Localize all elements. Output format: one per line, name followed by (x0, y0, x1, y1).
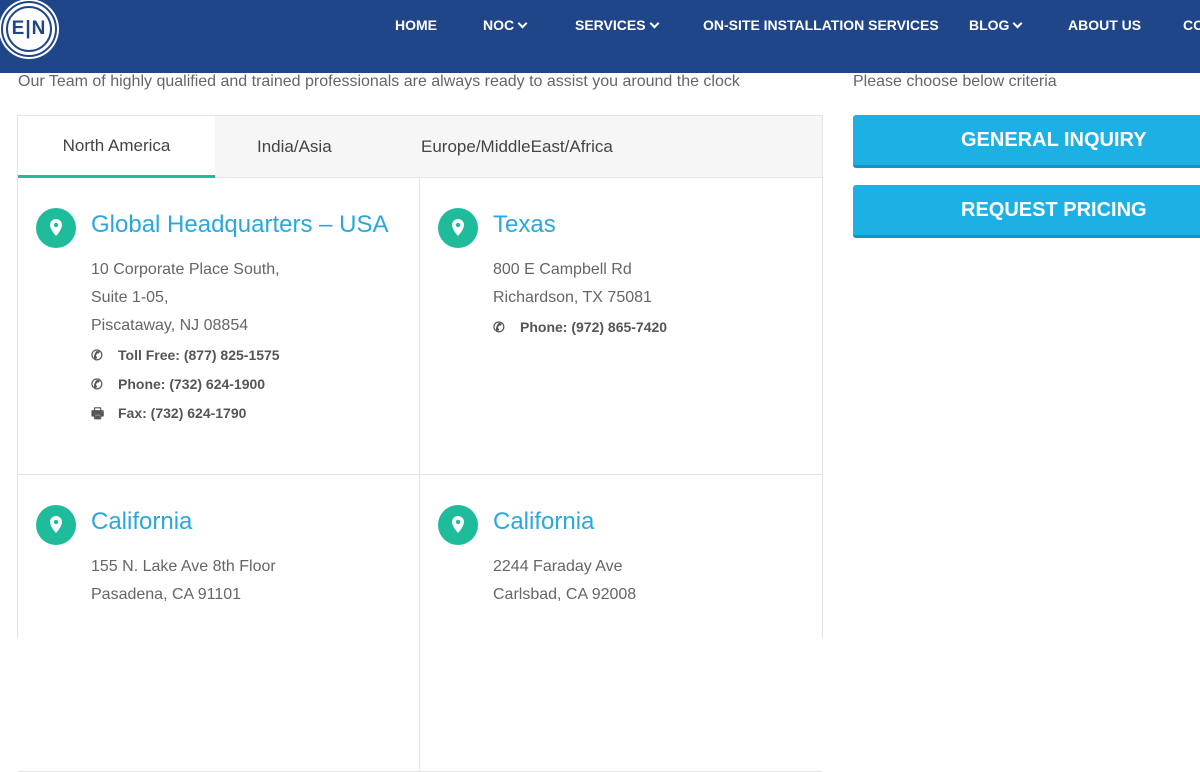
contact-text: Fax: (732) 624-1790 (118, 404, 247, 421)
nav-label: CO (1183, 17, 1200, 33)
map-pin-icon (438, 208, 478, 248)
nav-item-co[interactable]: CO (1183, 17, 1200, 33)
nav-label: NOC (483, 17, 515, 33)
intro-text: Our Team of highly qualified and trained… (18, 73, 740, 90)
address-line: Piscataway, NJ 08854 (91, 317, 249, 334)
address-line: 155 N. Lake Ave 8th Floor (91, 558, 276, 575)
general-inquiry-button[interactable]: GENERAL INQUIRY (853, 115, 1200, 168)
map-pin-icon (36, 208, 76, 248)
location-title: California (91, 508, 193, 535)
address-line: Suite 1-05, (91, 289, 169, 306)
address-line: 10 Corporate Place South, (91, 261, 280, 278)
logo-text: E|N (6, 6, 52, 52)
location-title: California (493, 508, 595, 535)
phone-icon: ✆ (493, 318, 505, 335)
contact-text: Toll Free: (877) 825-1575 (118, 346, 280, 363)
nav-label: HOME (395, 17, 437, 33)
chevron-down-icon (517, 18, 528, 28)
location-card: California 155 N. Lake Ave 8th Floor Pasad… (18, 475, 420, 772)
contact-text: Phone: (732) 624-1900 (118, 375, 266, 392)
nav-label: ABOUT US (1068, 17, 1142, 33)
nav-item-blog[interactable]: BLOG (969, 17, 1023, 33)
contact-text: Phone: (972) 865-7420 (520, 318, 668, 335)
tab-india-asia[interactable]: India/Asia (257, 116, 332, 178)
address-line: 2244 Faraday Ave (493, 558, 623, 575)
contact-line: ✆ Toll Free: (877) 825-1575 (91, 340, 280, 369)
nav-label: ON-SITE INSTALLATION SERVICES (703, 17, 939, 33)
nav-item-home[interactable]: HOME (395, 17, 437, 33)
nav-item-services[interactable]: SERVICES (575, 17, 659, 33)
nav-item-on-site-installation-services[interactable]: ON-SITE INSTALLATION SERVICES (703, 17, 939, 33)
address-line: Richardson, TX 75081 (493, 289, 652, 306)
logo[interactable]: E|N (1, 1, 57, 57)
nav-item-noc[interactable]: NOC (483, 17, 528, 33)
tab-europe-middleeast-africa[interactable]: Europe/MiddleEast/Africa (421, 116, 613, 178)
contact-line: ✆ Phone: (732) 624-1900 (91, 369, 280, 398)
location-title: Texas (493, 211, 556, 238)
address-line: Pasadena, CA 91101 (91, 586, 242, 603)
phone-icon: ✆ (91, 346, 103, 363)
contact-line: ✆ Phone: (972) 865-7420 (493, 312, 667, 341)
nav-label: BLOG (969, 17, 1010, 33)
fax-icon: 🖶 (91, 404, 105, 421)
region-tabs: North America India/Asia Europe/MiddleEa… (17, 115, 823, 178)
location-title: Global Headquarters – USA (91, 211, 389, 238)
map-pin-icon (36, 505, 76, 545)
tab-north-america[interactable]: North America (18, 116, 215, 178)
chevron-down-icon (1013, 18, 1023, 28)
phone-icon: ✆ (91, 375, 103, 392)
site-header: E|N HOME NOC SERVICES ON-SITE INSTALLATION … (0, 0, 1200, 73)
nav-label: SERVICES (575, 17, 646, 33)
nav-item-about-us[interactable]: ABOUT US (1068, 17, 1141, 33)
location-card: California 2244 Faraday Ave Carlsbad, CA 9… (420, 475, 822, 772)
locations-grid: Global Headquarters – USA 10 Corporate Pl… (17, 178, 823, 772)
criteria-text: Please choose below criteria (853, 73, 1057, 90)
map-pin-icon (438, 505, 478, 545)
address-line: Carlsbad, CA 92008 (493, 586, 637, 603)
request-pricing-button[interactable]: REQUEST PRICING (853, 185, 1200, 238)
location-card: Texas 800 E Campbell Rd Richardson, TX 750… (420, 178, 822, 475)
address-line: 800 E Campbell Rd (493, 261, 632, 278)
contact-line: 🖶 Fax: (732) 624-1790 (91, 398, 280, 427)
location-card: Global Headquarters – USA 10 Corporate Pl… (18, 178, 420, 475)
chevron-down-icon (649, 18, 659, 28)
